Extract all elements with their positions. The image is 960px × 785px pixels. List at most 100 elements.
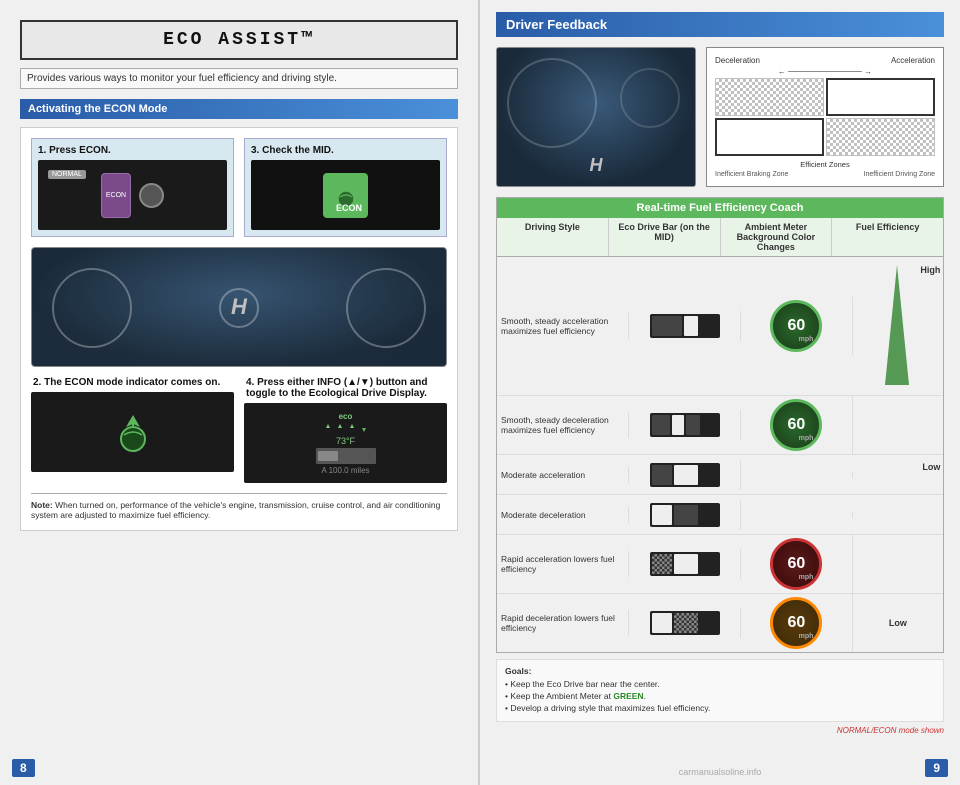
row2-circle: 60 mph (741, 396, 853, 454)
row3-bar (629, 460, 741, 490)
row4-bar (629, 500, 741, 530)
row5-style: Rapid acceleration lowers fuel efficienc… (497, 551, 629, 577)
drive-bar-1 (650, 314, 720, 338)
dash-gauge-right (620, 68, 680, 128)
inefficient-driving-label: Inefficient Driving Zone (864, 171, 935, 178)
step1-box: 1. Press ECON. NORMAL ECON (31, 138, 234, 237)
row5-fuel (853, 561, 943, 567)
zone-bottom-right (826, 118, 935, 156)
step4-label: 4. Press either INFO (▲/▼) button and to… (244, 377, 447, 399)
ambient-circle-6: 60 mph (770, 597, 822, 649)
feedback-content: H Deceleration Acceleration ← ──────────… (496, 47, 944, 187)
step1-image: NORMAL ECON (38, 160, 227, 230)
row3-fuel (853, 472, 943, 478)
goals-box: Goals: • Keep the Eco Drive bar near the… (496, 659, 944, 722)
normal-econ-note: NORMAL/ECON mode shown (496, 726, 944, 735)
row1-bar (629, 311, 741, 341)
goals-title: Goals: (505, 666, 935, 676)
note-prefix: Note: (31, 500, 53, 510)
activating-box: 1. Press ECON. NORMAL ECON (20, 127, 458, 531)
bar-w3 (674, 465, 698, 485)
low-label-bottom: Low (889, 618, 907, 628)
row1-circle: 60 mph (741, 297, 853, 355)
zone-top-right (826, 78, 935, 116)
dashboard-image: H (31, 247, 447, 367)
row1-style: Smooth, steady acceleration maximizes fu… (497, 313, 629, 339)
dash-circle-2 (346, 268, 426, 348)
row1-fuel: High Low (853, 257, 943, 395)
step3-label: 3. Check the MID. (251, 145, 440, 156)
rfe-table-header: Real-time Fuel Efficiency Coach (497, 198, 943, 218)
svg-text:ECON: ECON (336, 203, 362, 213)
bar-w4 (652, 505, 672, 525)
econ-mid-icon: ECON (323, 173, 368, 218)
zone-top-left (715, 78, 824, 116)
econ-button-circle (139, 183, 164, 208)
bar-c5 (652, 554, 672, 574)
bar-dark-1 (652, 316, 682, 336)
dash-circle-1 (52, 268, 132, 348)
row3-circle (741, 472, 853, 478)
low-label: Low (922, 462, 940, 472)
ambient-circle-5: 60 mph (770, 538, 822, 590)
col-driving-style: Driving Style (497, 218, 609, 256)
zones-footer: Inefficient Braking Zone Inefficient Dri… (715, 171, 935, 178)
normal-badge: NORMAL (48, 170, 86, 179)
inefficient-braking-label: Inefficient Braking Zone (715, 171, 788, 178)
step2-wrapper: 2. The ECON mode indicator comes on. (31, 377, 234, 483)
row3-style: Moderate acceleration (497, 467, 629, 483)
arrows-row: Deceleration Acceleration (715, 56, 935, 65)
fuel-triangle-svg (880, 260, 915, 390)
col-ambient-meter: Ambient Meter Background Color Changes (721, 218, 833, 256)
rfe-table: Real-time Fuel Efficiency Coach Driving … (496, 197, 944, 653)
note-text: Note: When turned on, performance of the… (31, 493, 447, 520)
left-panel: ECO ASSIST™ Provides various ways to mon… (0, 0, 480, 785)
arrow-indicators: ← ───────────── → (715, 67, 935, 76)
honda-logo-dash: H (231, 294, 247, 320)
row5-circle: 60 mph (741, 535, 853, 593)
bar-d2 (652, 415, 670, 435)
step1-label: 1. Press ECON. (38, 145, 227, 156)
col-fuel-efficiency: Fuel Efficiency (832, 218, 943, 256)
bar-w2 (672, 415, 684, 435)
goals-item-1: • Keep the Eco Drive bar near the center… (505, 679, 935, 689)
step4-wrapper: 4. Press either INFO (▲/▼) button and to… (244, 377, 447, 483)
page: ECO ASSIST™ Provides various ways to mon… (0, 0, 960, 785)
fuel-indicator-wrapper: High Low (880, 260, 915, 392)
step2-label: 2. The ECON mode indicator comes on. (31, 377, 234, 388)
row6-circle: 60 mph (741, 594, 853, 652)
zone-bottom-left (715, 118, 824, 156)
step3-image: ECON (251, 160, 440, 230)
efficient-zones-label: Efficient Zones (715, 160, 935, 169)
row5-bar (629, 549, 741, 579)
table-row: Rapid acceleration lowers fuel efficienc… (497, 535, 943, 594)
bar-d4 (674, 505, 698, 525)
row6-fuel: Low (853, 615, 943, 631)
ambient-circle-1: 60 mph (770, 300, 822, 352)
drive-bar-3 (650, 463, 720, 487)
goals-item-2: • Keep the Ambient Meter at GREEN. (505, 691, 935, 701)
drive-bar-2 (650, 413, 720, 437)
goals-item-3: • Develop a driving style that maximizes… (505, 703, 935, 713)
eco-display-text: eco (339, 412, 353, 421)
bar-d2b (686, 415, 700, 435)
rfe-col-headers: Driving Style Eco Drive Bar (on the MID)… (497, 218, 943, 257)
drive-bar-5 (650, 552, 720, 576)
acceleration-label: Acceleration (891, 56, 935, 65)
drive-bar-6 (650, 611, 720, 635)
bar-white-1 (684, 316, 698, 336)
activating-header: Activating the ECON Mode (20, 99, 458, 119)
bar-w5 (674, 554, 698, 574)
step4-image: eco 73°F A 100.0 miles (244, 403, 447, 483)
table-row: Smooth, steady deceleration maximizes fu… (497, 396, 943, 455)
eco-miles: A 100.0 miles (321, 466, 369, 475)
row2-bar (629, 410, 741, 440)
table-row: Rapid deceleration lowers fuel efficienc… (497, 594, 943, 652)
row2-fuel (853, 422, 943, 428)
honda-logo-interior: H (590, 155, 603, 176)
zones-grid (715, 78, 935, 156)
car-interior-image: H (496, 47, 696, 187)
row4-style: Moderate deceleration (497, 507, 629, 523)
drive-bar-4 (650, 503, 720, 527)
step3-box: 3. Check the MID. ECON (244, 138, 447, 237)
